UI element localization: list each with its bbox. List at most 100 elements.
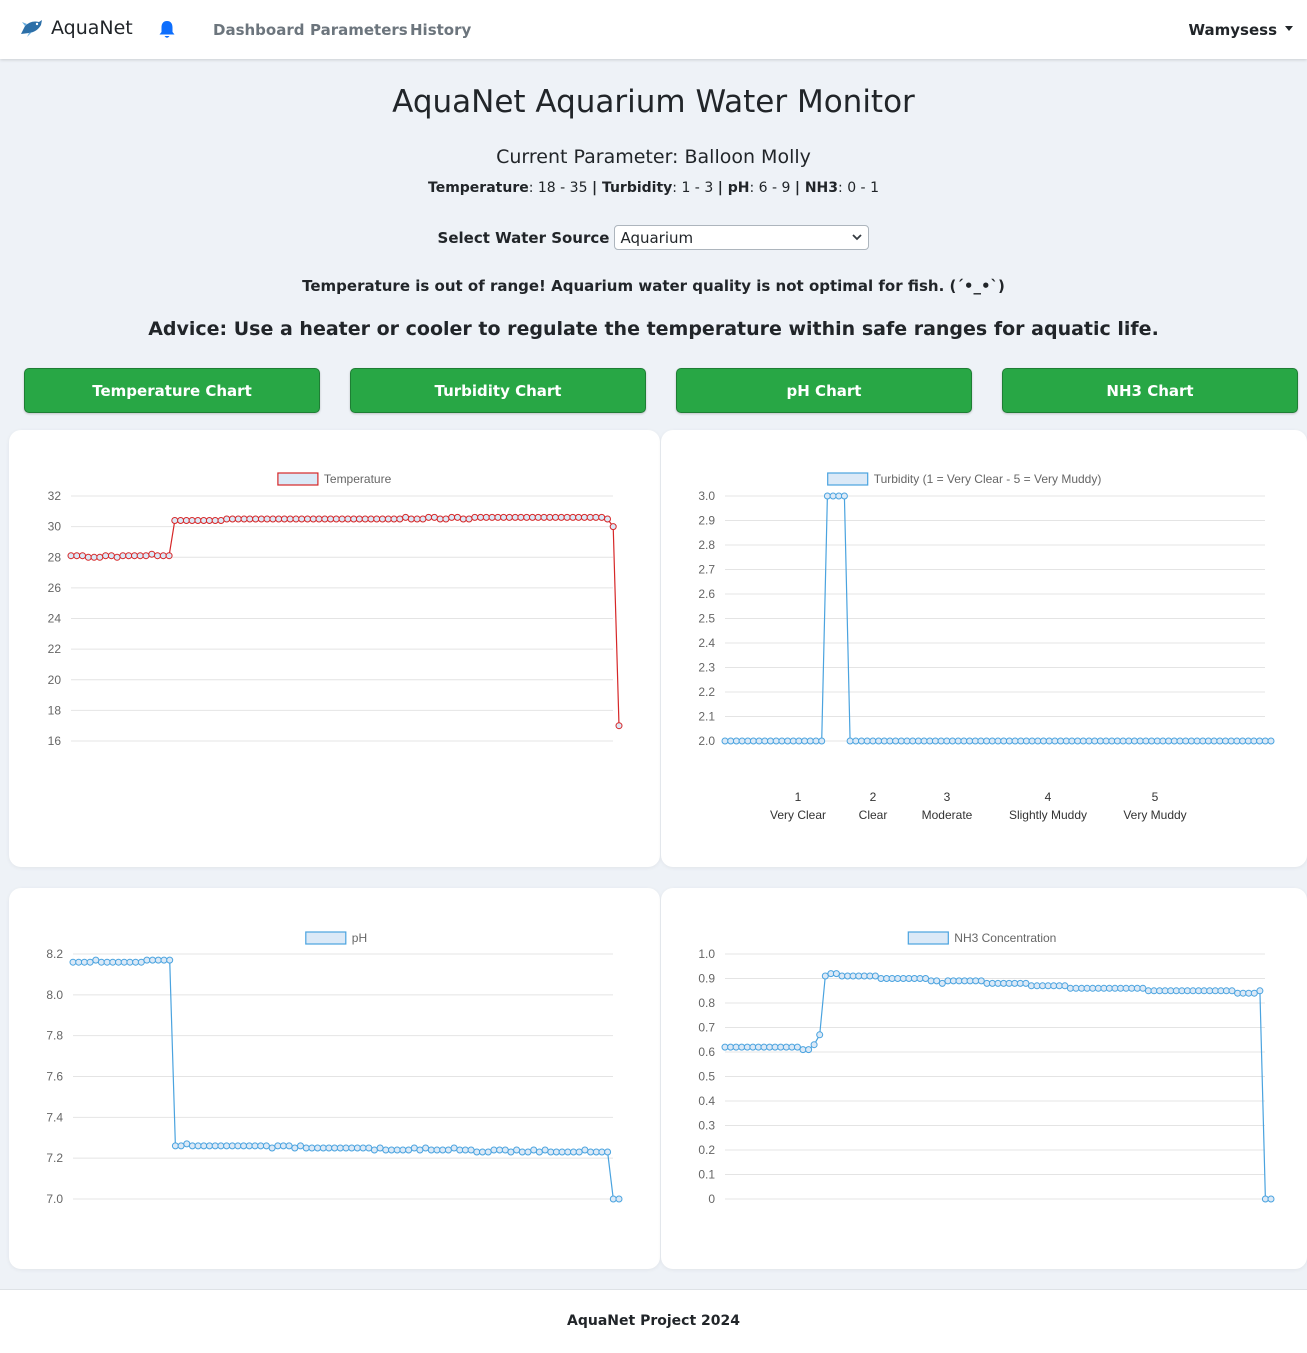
data-point[interactable]: [511, 513, 519, 521]
data-point[interactable]: [342, 1144, 350, 1152]
data-point[interactable]: [142, 552, 150, 560]
brand-link[interactable]: AquaNet: [19, 17, 133, 39]
data-point[interactable]: [892, 737, 900, 745]
data-point[interactable]: [484, 1148, 492, 1156]
data-point[interactable]: [1119, 737, 1127, 745]
data-point[interactable]: [143, 956, 151, 964]
data-point[interactable]: [268, 1144, 276, 1152]
data-point[interactable]: [569, 513, 577, 521]
data-point[interactable]: [325, 1144, 333, 1152]
data-point[interactable]: [336, 1144, 344, 1152]
data-point[interactable]: [1091, 737, 1099, 745]
data-point[interactable]: [177, 517, 185, 524]
data-point[interactable]: [1204, 737, 1212, 745]
data-point[interactable]: [183, 1140, 191, 1148]
data-point[interactable]: [107, 552, 115, 560]
data-point[interactable]: [234, 1142, 242, 1150]
data-point[interactable]: [477, 513, 485, 521]
data-point[interactable]: [1102, 737, 1110, 745]
data-point[interactable]: [1045, 737, 1053, 745]
data-point[interactable]: [433, 1146, 441, 1154]
data-point[interactable]: [869, 737, 877, 745]
data-point[interactable]: [90, 553, 98, 561]
data-point[interactable]: [916, 975, 924, 982]
data-point[interactable]: [119, 552, 127, 560]
data-point[interactable]: [315, 515, 323, 523]
data-point[interactable]: [505, 513, 513, 521]
data-point[interactable]: [206, 1142, 213, 1150]
data-point[interactable]: [182, 517, 190, 524]
data-point[interactable]: [1210, 737, 1218, 745]
data-point[interactable]: [587, 1148, 595, 1156]
data-point[interactable]: [1170, 737, 1178, 745]
data-point[interactable]: [501, 1146, 509, 1154]
data-point[interactable]: [1033, 982, 1041, 990]
data-point[interactable]: [1131, 737, 1138, 745]
data-point[interactable]: [1250, 737, 1258, 745]
data-point[interactable]: [407, 515, 415, 523]
legend-swatch[interactable]: [827, 472, 869, 486]
data-point[interactable]: [314, 1144, 322, 1152]
data-point[interactable]: [1128, 984, 1136, 992]
data-point[interactable]: [541, 1146, 549, 1154]
data-point[interactable]: [863, 737, 871, 745]
data-point[interactable]: [557, 513, 565, 521]
data-point[interactable]: [496, 1146, 504, 1154]
data-point[interactable]: [849, 972, 857, 980]
data-point[interactable]: [580, 513, 588, 521]
data-point[interactable]: [240, 1142, 248, 1150]
data-point[interactable]: [422, 1144, 430, 1152]
data-point[interactable]: [894, 975, 902, 982]
data-point[interactable]: [96, 553, 104, 561]
data-point[interactable]: [473, 1148, 481, 1156]
data-point[interactable]: [552, 1148, 560, 1156]
data-point[interactable]: [821, 972, 829, 980]
data-point[interactable]: [793, 1043, 801, 1051]
data-point[interactable]: [171, 517, 179, 524]
data-point[interactable]: [931, 737, 939, 745]
legend-label[interactable]: NH3 Concentration: [954, 931, 1056, 945]
data-point[interactable]: [79, 552, 86, 560]
data-point[interactable]: [257, 1142, 265, 1150]
data-point[interactable]: [546, 513, 554, 521]
data-point[interactable]: [880, 737, 888, 745]
data-point[interactable]: [448, 513, 456, 521]
data-point[interactable]: [263, 515, 271, 523]
data-point[interactable]: [1005, 979, 1013, 987]
data-point[interactable]: [350, 515, 358, 523]
data-point[interactable]: [1072, 984, 1080, 992]
data-point[interactable]: [160, 956, 168, 964]
data-point[interactable]: [897, 737, 905, 745]
data-point[interactable]: [425, 513, 433, 521]
data-point[interactable]: [69, 958, 77, 966]
data-point[interactable]: [920, 737, 928, 745]
data-point[interactable]: [949, 737, 956, 745]
data-point[interactable]: [217, 517, 225, 524]
data-point[interactable]: [188, 517, 196, 524]
data-point[interactable]: [721, 1043, 729, 1051]
data-point[interactable]: [832, 970, 840, 978]
data-point[interactable]: [760, 1043, 768, 1051]
data-point[interactable]: [165, 552, 173, 560]
data-point[interactable]: [1040, 737, 1047, 745]
data-point[interactable]: [348, 1144, 356, 1152]
data-point[interactable]: [966, 977, 974, 985]
data-point[interactable]: [1016, 979, 1024, 987]
data-point[interactable]: [251, 1142, 259, 1150]
data-point[interactable]: [291, 1144, 299, 1152]
data-point[interactable]: [359, 1144, 367, 1152]
data-point[interactable]: [852, 737, 860, 745]
data-point[interactable]: [494, 513, 502, 521]
data-point[interactable]: [86, 958, 94, 966]
data-point[interactable]: [444, 1146, 452, 1154]
data-point[interactable]: [436, 515, 444, 523]
data-point[interactable]: [416, 1146, 424, 1154]
data-point[interactable]: [353, 1144, 361, 1152]
data-point[interactable]: [67, 552, 75, 560]
nav-dashboard-link[interactable]: Dashboard: [213, 21, 304, 39]
data-point[interactable]: [1245, 989, 1253, 997]
data-point[interactable]: [994, 979, 1002, 987]
data-point[interactable]: [914, 737, 922, 745]
data-point[interactable]: [615, 722, 623, 730]
legend-label[interactable]: pH: [352, 931, 367, 945]
